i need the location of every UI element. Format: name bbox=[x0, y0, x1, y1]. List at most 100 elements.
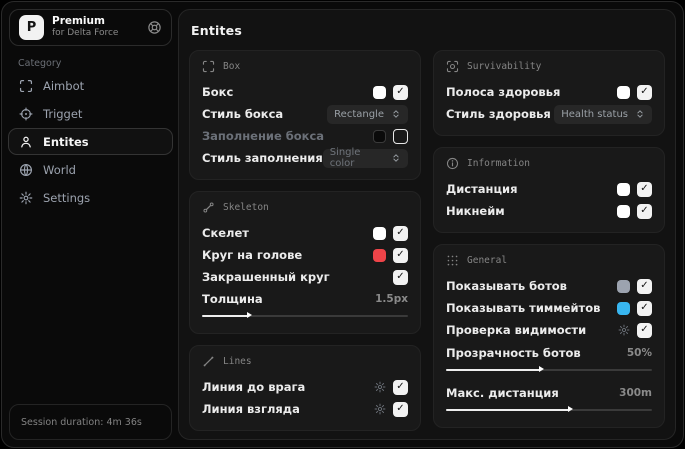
color-swatch-black[interactable] bbox=[373, 129, 386, 143]
page-title: Entites bbox=[191, 23, 242, 38]
check-icon: ✓ bbox=[640, 86, 649, 97]
setting-label: Стиль здоровья bbox=[446, 107, 551, 121]
globe-icon bbox=[19, 163, 33, 177]
checkbox-checked[interactable]: ✓ bbox=[637, 181, 652, 197]
bot-opacity-slider[interactable] bbox=[446, 365, 652, 374]
checkbox-unchecked[interactable] bbox=[393, 128, 408, 144]
sidebar-item-label: Aimbot bbox=[43, 78, 85, 93]
color-swatch-gray[interactable] bbox=[617, 279, 630, 293]
line-settings-gear-icon[interactable] bbox=[374, 403, 386, 415]
check-icon: ✓ bbox=[640, 205, 649, 216]
checkbox-checked[interactable]: ✓ bbox=[393, 401, 408, 417]
setting-row-show-bots: Показывать ботов ✓ bbox=[446, 275, 652, 297]
panel-lines: Lines Линия до врага ✓ Линия взгляда ✓ bbox=[189, 345, 421, 431]
checkbox-checked[interactable]: ✓ bbox=[393, 84, 408, 100]
slider-fill bbox=[446, 366, 544, 372]
setting-row-view-line: Линия взгляда ✓ bbox=[202, 398, 408, 420]
setting-label: Стиль бокса bbox=[202, 107, 284, 121]
brand-text: Premium for Delta Force bbox=[52, 15, 139, 39]
check-icon: ✓ bbox=[396, 249, 405, 260]
brand-title: Premium bbox=[52, 15, 105, 28]
sidebar-item-trigget[interactable]: Trigget bbox=[8, 100, 173, 127]
color-swatch-white[interactable] bbox=[617, 85, 630, 99]
sidebar-item-entites[interactable]: Entites bbox=[8, 128, 173, 155]
support-icon[interactable] bbox=[147, 20, 162, 35]
sidebar-item-settings[interactable]: Settings bbox=[8, 184, 173, 211]
panel-general: General Показывать ботов ✓ Показывать ти… bbox=[433, 244, 665, 428]
setting-label: Стиль заполнения bbox=[202, 151, 323, 165]
bone-icon bbox=[202, 201, 215, 214]
color-swatch-white[interactable] bbox=[373, 85, 386, 99]
setting-row-box-fill: Заполнение бокса bbox=[202, 125, 408, 147]
thickness-slider[interactable] bbox=[202, 311, 408, 320]
panel-title: Survivability bbox=[467, 61, 542, 72]
setting-label: Заполнение бокса bbox=[202, 129, 325, 143]
session-duration-card: Session duration: 4m 36s bbox=[9, 404, 172, 440]
color-swatch-white[interactable] bbox=[617, 182, 630, 196]
setting-label: Линия до врага bbox=[202, 380, 306, 394]
setting-label: Показывать тиммейтов bbox=[446, 301, 601, 315]
setting-label: Дистанция bbox=[446, 182, 518, 196]
health-style-select[interactable]: Health status bbox=[554, 104, 652, 124]
check-icon: ✓ bbox=[396, 227, 405, 238]
box-icon bbox=[202, 60, 215, 73]
box-style-select[interactable]: Rectangle bbox=[327, 104, 408, 124]
setting-label: Толщина bbox=[202, 292, 263, 306]
setting-row-filled-circle: Закрашенный круг ✓ bbox=[202, 266, 408, 288]
panel-information: Information Дистанция ✓ Никнейм ✓ bbox=[433, 147, 665, 233]
setting-label: Бокс bbox=[202, 85, 234, 99]
sidebar-nav: Aimbot Trigget Entites World Settings bbox=[8, 72, 173, 211]
right-column: Survivability Полоса здоровья ✓ Стиль зд… bbox=[433, 50, 665, 431]
slider-value: 300m bbox=[619, 386, 652, 399]
sidebar-item-aimbot[interactable]: Aimbot bbox=[8, 72, 173, 99]
color-swatch-blue[interactable] bbox=[617, 301, 630, 315]
check-icon: ✓ bbox=[396, 271, 405, 282]
max-distance-slider-group: Макс. дистанция 300m bbox=[446, 382, 652, 414]
checkbox-checked[interactable]: ✓ bbox=[393, 225, 408, 241]
checkbox-checked[interactable]: ✓ bbox=[637, 322, 652, 338]
setting-row-nickname: Никнейм ✓ bbox=[446, 200, 652, 222]
max-distance-slider[interactable] bbox=[446, 405, 652, 414]
setting-label: Никнейм bbox=[446, 204, 505, 218]
check-icon: ✓ bbox=[396, 403, 405, 414]
checkbox-checked[interactable]: ✓ bbox=[393, 379, 408, 395]
checkbox-checked[interactable]: ✓ bbox=[637, 300, 652, 316]
setting-label: Макс. дистанция bbox=[446, 385, 559, 400]
chevrons-up-down-icon bbox=[635, 109, 645, 119]
line-icon bbox=[202, 355, 215, 368]
gear-icon bbox=[19, 191, 33, 205]
setting-row-bot-opacity: Прозрачность ботов 50% bbox=[446, 342, 652, 363]
color-swatch-white[interactable] bbox=[373, 226, 386, 240]
checkbox-checked[interactable]: ✓ bbox=[637, 203, 652, 219]
category-label: Category bbox=[18, 58, 62, 69]
fill-style-select[interactable]: Single color bbox=[322, 147, 408, 169]
setting-row-health-style: Стиль здоровья Health status bbox=[446, 103, 652, 125]
panel-title: General bbox=[467, 255, 508, 266]
thickness-slider-group: Толщина 1.5px bbox=[202, 289, 408, 320]
panel-title: Information bbox=[467, 158, 530, 169]
checkbox-checked[interactable]: ✓ bbox=[637, 278, 652, 294]
sidebar-item-label: Settings bbox=[43, 190, 91, 205]
setting-label: Закрашенный круг bbox=[202, 270, 330, 284]
setting-row-visibility-check: Проверка видимости ✓ bbox=[446, 319, 652, 341]
slider-value: 1.5px bbox=[375, 293, 408, 305]
panel-box: Box Бокс ✓ Стиль бокса Rectangle Заполне… bbox=[189, 50, 421, 180]
checkbox-checked[interactable]: ✓ bbox=[637, 84, 652, 100]
grid-icon bbox=[446, 254, 459, 267]
setting-label: Скелет bbox=[202, 226, 249, 240]
checkbox-checked[interactable]: ✓ bbox=[393, 247, 408, 263]
check-icon: ✓ bbox=[640, 280, 649, 291]
checkbox-checked[interactable]: ✓ bbox=[393, 269, 408, 285]
setting-row-head-circle: Круг на голове ✓ bbox=[202, 244, 408, 266]
visibility-settings-gear-icon[interactable] bbox=[618, 324, 630, 336]
slider-fill bbox=[446, 406, 573, 412]
person-icon bbox=[19, 135, 33, 149]
color-swatch-white[interactable] bbox=[617, 204, 630, 218]
chevrons-up-down-icon bbox=[391, 153, 401, 163]
line-settings-gear-icon[interactable] bbox=[374, 381, 386, 393]
setting-label: Полоса здоровья bbox=[446, 85, 561, 99]
left-column: Box Бокс ✓ Стиль бокса Rectangle Заполне… bbox=[189, 50, 421, 431]
sidebar-item-world[interactable]: World bbox=[8, 156, 173, 183]
setting-row-health-bar: Полоса здоровья ✓ bbox=[446, 81, 652, 103]
color-swatch-red[interactable] bbox=[373, 248, 386, 262]
